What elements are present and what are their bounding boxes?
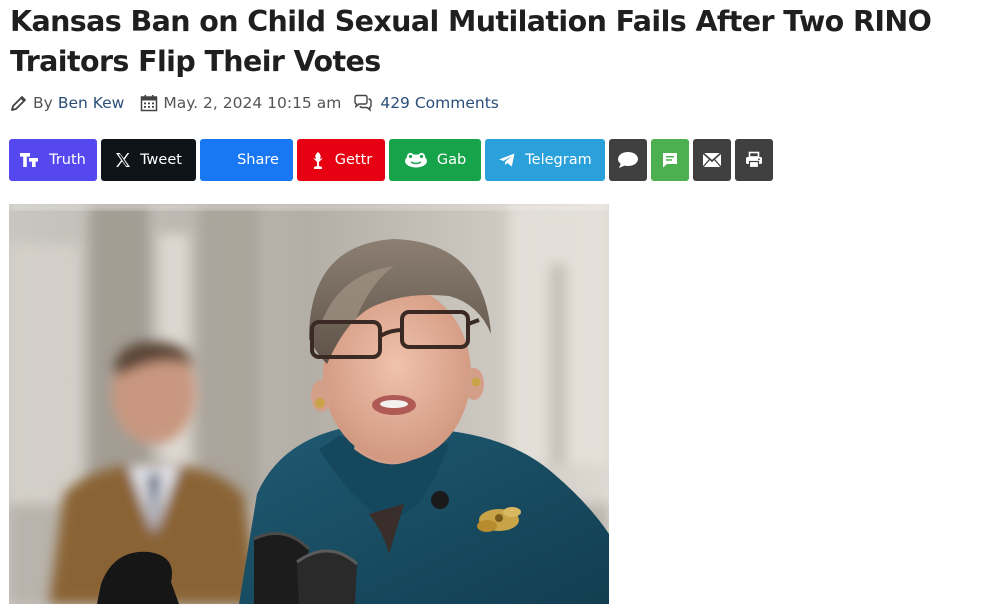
x-icon (116, 153, 131, 167)
telegram-icon (499, 153, 515, 167)
comment-icon (618, 152, 638, 168)
gettr-icon (312, 152, 323, 169)
share-label: Share (237, 152, 279, 168)
telegram-label: Telegram (525, 152, 592, 168)
print-button[interactable] (735, 139, 773, 181)
sms-icon (663, 153, 677, 168)
print-icon (746, 151, 762, 169)
pencil-icon (11, 96, 26, 111)
comments-link[interactable]: 429 Comments (380, 94, 499, 112)
email-button[interactable] (693, 139, 731, 181)
article-image (9, 204, 609, 604)
comments-icon (354, 94, 373, 112)
gab-icon (404, 152, 427, 168)
article-meta: By Ben Kew May. 2, 2024 10:15 am 429 Com (10, 91, 511, 115)
truth-social-icon (20, 153, 39, 167)
sms-button[interactable] (651, 139, 689, 181)
article-page: Kansas Ban on Child Sexual Mutilation Fa… (0, 0, 981, 614)
tweet-button[interactable]: Tweet (101, 139, 196, 181)
comment-button[interactable] (609, 139, 647, 181)
tweet-label: Tweet (140, 152, 182, 168)
byline: By Ben Kew (10, 94, 124, 112)
comments-count[interactable]: 429 Comments (353, 94, 499, 112)
email-icon (702, 152, 722, 168)
share-toolbar: Truth Tweet Share Gettr Gab Telegram (9, 139, 773, 181)
article-title: Kansas Ban on Child Sexual Mutilation Fa… (10, 5, 932, 78)
publish-date: May. 2, 2024 10:15 am (140, 94, 341, 112)
truth-share-button[interactable]: Truth (9, 139, 97, 181)
gab-label: Gab (436, 152, 467, 168)
byline-prefix: By (33, 94, 53, 112)
gettr-share-button[interactable]: Gettr (297, 139, 385, 181)
calendar-icon (141, 95, 158, 112)
date-text: May. 2, 2024 10:15 am (163, 94, 342, 112)
author-link[interactable]: Ben Kew (58, 94, 125, 112)
gab-share-button[interactable]: Gab (389, 139, 481, 181)
article-photo (9, 204, 609, 604)
gettr-label: Gettr (334, 152, 373, 168)
facebook-icon (214, 152, 228, 168)
telegram-share-button[interactable]: Telegram (485, 139, 605, 181)
facebook-share-button[interactable]: Share (200, 139, 293, 181)
truth-label: Truth (49, 152, 86, 168)
